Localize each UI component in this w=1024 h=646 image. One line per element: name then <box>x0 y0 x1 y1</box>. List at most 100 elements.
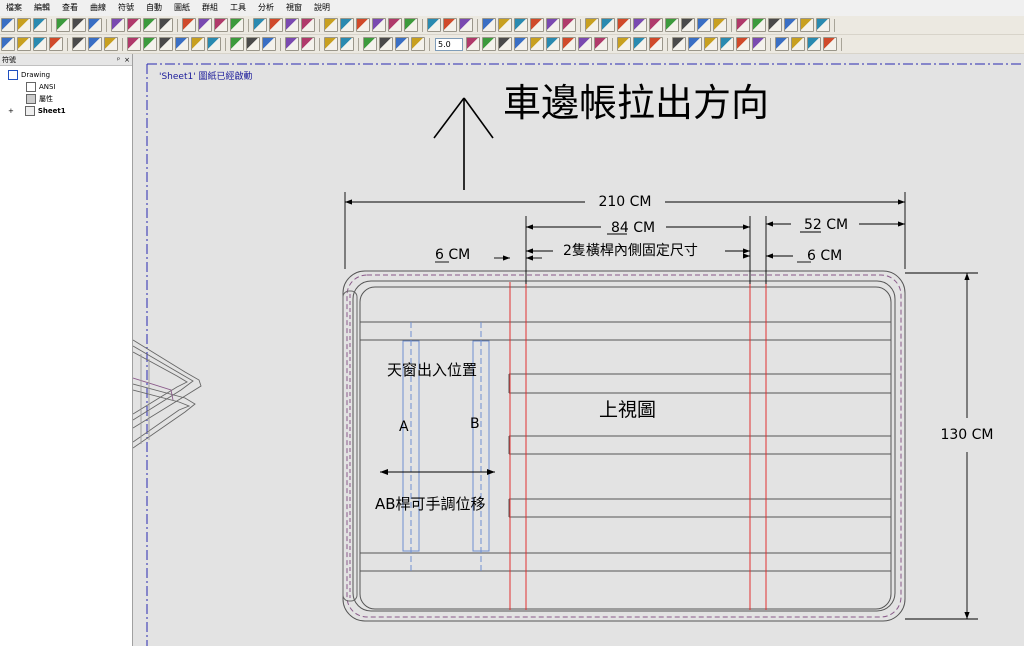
expand-icon[interactable]: + <box>8 107 14 115</box>
tool-icon[interactable] <box>127 18 141 32</box>
tree-item-ansi[interactable]: ANSI <box>26 82 56 92</box>
tree-item-sheet1[interactable]: + Sheet1 <box>8 106 66 116</box>
menu-window[interactable]: 視窗 <box>280 0 308 16</box>
tool-icon[interactable] <box>688 37 702 51</box>
menu-view[interactable]: 查看 <box>56 0 84 16</box>
tool-icon[interactable] <box>617 18 631 32</box>
tool-icon[interactable] <box>791 37 805 51</box>
tool-icon[interactable] <box>736 18 750 32</box>
tool-icon[interactable] <box>459 18 473 32</box>
tool-icon[interactable] <box>285 18 299 32</box>
tool-icon[interactable] <box>88 18 102 32</box>
tool-icon[interactable] <box>713 18 727 32</box>
tool-icon[interactable] <box>56 18 70 32</box>
tool-icon[interactable] <box>324 37 338 51</box>
tool-icon[interactable] <box>665 18 679 32</box>
tool-icon[interactable] <box>578 37 592 51</box>
tool-icon[interactable] <box>601 18 615 32</box>
tool-icon[interactable] <box>752 18 766 32</box>
pin-icon[interactable]: ᵖ <box>117 56 120 64</box>
tool-icon[interactable] <box>594 37 608 51</box>
tool-icon[interactable] <box>617 37 631 51</box>
tool-icon[interactable] <box>672 37 686 51</box>
tool-icon[interactable] <box>681 18 695 32</box>
menu-symbol[interactable]: 符號 <box>112 0 140 16</box>
close-icon[interactable]: × <box>124 56 130 64</box>
tool-icon[interactable] <box>411 37 425 51</box>
tool-icon[interactable] <box>143 18 157 32</box>
tool-icon[interactable] <box>736 37 750 51</box>
menu-tools[interactable]: 工具 <box>224 0 252 16</box>
tool-icon[interactable] <box>143 37 157 51</box>
tool-icon[interactable] <box>72 18 86 32</box>
menu-sheet[interactable]: 圖紙 <box>168 0 196 16</box>
tool-icon[interactable] <box>546 37 560 51</box>
tool-icon[interactable] <box>388 18 402 32</box>
tool-icon[interactable] <box>207 37 221 51</box>
tool-icon[interactable] <box>562 37 576 51</box>
tool-icon[interactable] <box>482 18 496 32</box>
tool-icon[interactable] <box>379 37 393 51</box>
tool-icon[interactable] <box>301 37 315 51</box>
tool-icon[interactable] <box>127 37 141 51</box>
tool-icon[interactable] <box>633 37 647 51</box>
tool-icon[interactable] <box>230 37 244 51</box>
menu-file[interactable]: 檔案 <box>0 0 28 16</box>
tool-icon[interactable] <box>262 37 276 51</box>
tool-icon[interactable] <box>585 18 599 32</box>
tool-icon[interactable] <box>784 18 798 32</box>
tool-icon[interactable] <box>285 37 299 51</box>
tool-icon[interactable] <box>816 18 830 32</box>
tool-icon[interactable] <box>546 18 560 32</box>
menu-auto[interactable]: 自動 <box>140 0 168 16</box>
tool-icon[interactable] <box>427 18 441 32</box>
tool-icon[interactable] <box>823 37 837 51</box>
tool-icon[interactable] <box>697 18 711 32</box>
tree-item-drawing[interactable]: Drawing <box>8 70 50 80</box>
tool-icon[interactable] <box>752 37 766 51</box>
tool-icon[interactable] <box>807 37 821 51</box>
tool-icon[interactable] <box>269 18 283 32</box>
tool-icon[interactable] <box>768 18 782 32</box>
menu-group[interactable]: 群組 <box>196 0 224 16</box>
tool-icon[interactable] <box>633 18 647 32</box>
tool-icon[interactable] <box>1 18 15 32</box>
tool-icon[interactable] <box>775 37 789 51</box>
tool-icon[interactable] <box>72 37 86 51</box>
tool-icon[interactable] <box>482 37 496 51</box>
tool-icon[interactable] <box>159 37 173 51</box>
tool-icon[interactable] <box>33 37 47 51</box>
tool-icon[interactable] <box>191 37 205 51</box>
tool-icon[interactable] <box>363 37 377 51</box>
tool-icon[interactable] <box>530 18 544 32</box>
tool-icon[interactable] <box>49 37 63 51</box>
tool-icon[interactable] <box>498 18 512 32</box>
tool-icon[interactable] <box>324 18 338 32</box>
tree-item-props[interactable]: 屬性 <box>26 94 53 104</box>
tool-icon[interactable] <box>720 37 734 51</box>
tool-icon[interactable] <box>372 18 386 32</box>
tool-icon[interactable] <box>649 37 663 51</box>
tool-icon[interactable] <box>104 37 118 51</box>
tool-icon[interactable] <box>246 37 260 51</box>
tool-icon[interactable] <box>253 18 267 32</box>
tool-icon[interactable] <box>175 37 189 51</box>
tool-icon[interactable] <box>466 37 480 51</box>
line-width-select[interactable]: 5.0 <box>435 37 463 51</box>
tool-icon[interactable] <box>301 18 315 32</box>
menu-analysis[interactable]: 分析 <box>252 0 280 16</box>
tool-icon[interactable] <box>17 18 31 32</box>
tool-icon[interactable] <box>198 18 212 32</box>
tool-icon[interactable] <box>514 37 528 51</box>
drawing-canvas[interactable]: 車邊帳拉出方向 天窗出入位置 A B AB桿可手調位移 上視圖 210 CM 8… <box>133 54 1024 646</box>
tool-icon[interactable] <box>498 37 512 51</box>
tool-icon[interactable] <box>340 37 354 51</box>
tool-icon[interactable] <box>356 18 370 32</box>
tool-icon[interactable] <box>88 37 102 51</box>
tool-icon[interactable] <box>704 37 718 51</box>
tool-icon[interactable] <box>230 18 244 32</box>
tool-icon[interactable] <box>443 18 457 32</box>
menu-help[interactable]: 說明 <box>308 0 336 16</box>
tool-icon[interactable] <box>1 37 15 51</box>
tool-icon[interactable] <box>649 18 663 32</box>
